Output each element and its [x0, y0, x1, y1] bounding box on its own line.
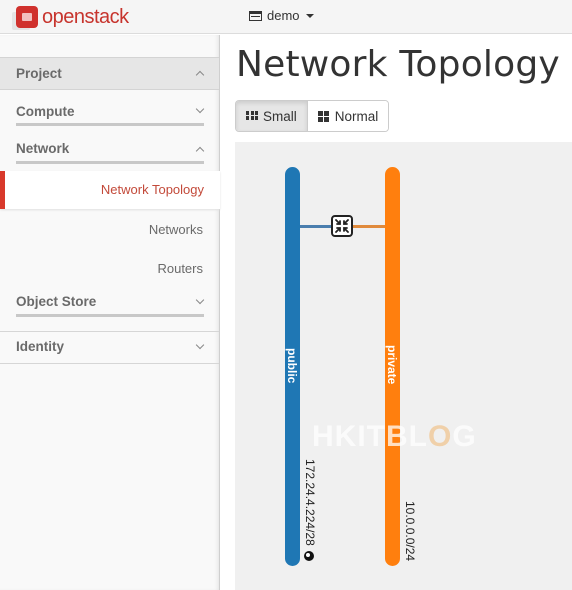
- small-view-label: Small: [263, 108, 297, 124]
- th-icon: [246, 111, 258, 121]
- network-name-public: public: [285, 348, 299, 384]
- watermark-text: O: [427, 420, 453, 453]
- openstack-logo-icon: [16, 6, 38, 28]
- sidebar: Project Compute Network Network Topology…: [0, 35, 220, 590]
- router-link-private: [352, 225, 385, 228]
- network-cidr-private: 10.0.0.0/24: [403, 501, 417, 562]
- globe-icon: [304, 551, 314, 561]
- chevron-down-icon: [195, 340, 205, 350]
- brand-logo-link[interactable]: openstack: [16, 5, 129, 29]
- watermark: HKITBLOG: [312, 420, 477, 454]
- network-cidr-public: 172.24.4.224/28: [303, 459, 317, 546]
- project-name: demo: [267, 8, 300, 23]
- chevron-down-icon: [195, 295, 205, 305]
- panel-divider: [16, 123, 204, 126]
- top-navbar: openstack demo: [0, 0, 572, 34]
- sidebar-item-network-topology[interactable]: Network Topology: [0, 171, 220, 209]
- sidebar-separator: [0, 363, 219, 364]
- router-link-public: [300, 225, 332, 228]
- router-icon: [335, 219, 349, 233]
- sidebar-dashboard-label: Project: [16, 66, 62, 81]
- chevron-down-icon: [195, 104, 205, 114]
- chevron-up-icon: [195, 70, 205, 80]
- sidebar-separator: [0, 331, 219, 332]
- topology-size-toggle: Small Normal: [235, 100, 390, 132]
- sidebar-item-label: Network Topology: [100, 182, 204, 197]
- sidebar-dashboard-project[interactable]: Project: [0, 57, 219, 90]
- small-view-button[interactable]: Small: [236, 101, 308, 131]
- chevron-up-icon: [195, 146, 205, 156]
- sidebar-dashboard-label: Identity: [16, 339, 65, 354]
- caret-down-icon: [305, 13, 314, 18]
- project-switcher[interactable]: demo: [249, 8, 314, 23]
- sidebar-item-label: Routers: [157, 261, 203, 276]
- network-name-private: private: [385, 345, 399, 385]
- router-node[interactable]: [331, 215, 353, 237]
- watermark-text: G: [452, 420, 477, 453]
- watermark-text: HKITBL: [312, 420, 428, 453]
- project-list-icon: [249, 10, 262, 21]
- panel-divider: [16, 161, 204, 164]
- sidebar-panel-label: Compute: [16, 104, 75, 119]
- brand-name: openstack: [42, 5, 129, 28]
- sidebar-item-label: Networks: [148, 222, 203, 237]
- normal-view-button[interactable]: Normal: [307, 101, 389, 131]
- sidebar-panel-label: Network: [16, 141, 70, 156]
- page-title: Network Topology: [236, 44, 560, 85]
- sidebar-panel-label: Object Store: [16, 294, 97, 309]
- normal-view-label: Normal: [334, 108, 379, 124]
- th-large-icon: [317, 110, 330, 122]
- panel-divider: [16, 314, 204, 317]
